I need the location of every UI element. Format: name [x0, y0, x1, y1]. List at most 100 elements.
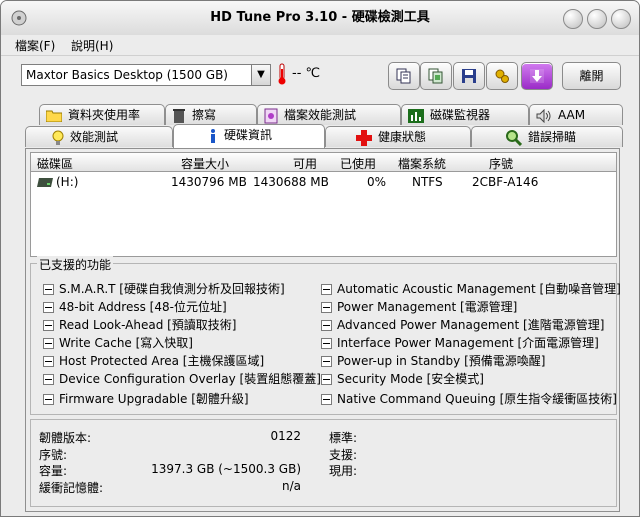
tab-health[interactable]: 健康狀態	[325, 126, 471, 147]
supported-label: 支援:	[329, 448, 358, 462]
feature-label: Interface Power Management [介面電源管理]	[337, 336, 599, 350]
feature-unsupported-indicator	[321, 320, 332, 331]
col-free[interactable]: 可用	[293, 155, 317, 172]
tab-label: 擦寫	[192, 108, 217, 122]
buffer-value: n/a	[281, 479, 301, 493]
tab-disk-monitor[interactable]: 磁碟監視器	[401, 104, 529, 125]
firmware-label: 韌體版本:	[39, 431, 92, 445]
menu-help[interactable]: 說明(H)	[71, 37, 113, 54]
feature-item: Host Protected Area [主機保護區域]	[43, 352, 264, 369]
feature-unsupported-indicator	[321, 394, 332, 405]
minimize-button[interactable]	[563, 9, 583, 29]
table-row[interactable]: (H:) 1430796 MB 1430688 MB 0% NTFS 2CBF-…	[31, 175, 616, 191]
cell-filesystem: NTFS	[412, 175, 443, 189]
capacity-value: 1397.3 GB (~1500.3 GB)	[151, 462, 301, 476]
feature-label: Native Command Queuing [原生指令緩衝區技術]	[337, 392, 617, 406]
drive-info-group: 韌體版本: 0122 序號: 容量: 1397.3 GB (~1500.3 GB…	[30, 419, 617, 507]
exit-button[interactable]: 離開	[562, 62, 621, 90]
feature-item: Security Mode [安全模式]	[321, 370, 484, 387]
thermometer-icon	[278, 63, 286, 85]
feature-unsupported-indicator	[43, 284, 54, 295]
down-arrow-button[interactable]	[521, 62, 553, 90]
feature-label: S.M.A.R.T [硬碟自我偵測分析及回報技術]	[59, 282, 285, 296]
close-button[interactable]	[611, 9, 631, 29]
options-button[interactable]	[486, 62, 518, 90]
down-arrow-icon	[530, 69, 544, 83]
col-capacity[interactable]: 容量大小	[181, 155, 229, 172]
feature-unsupported-indicator	[43, 338, 54, 349]
partition-table: 磁碟區 容量大小 可用 已使用 檔案系統 序號 (H:) 1430796 MB …	[30, 152, 617, 257]
buffer-label: 緩衝記憶體:	[39, 481, 104, 495]
tab-benchmark[interactable]: 效能測試	[25, 126, 173, 147]
toolbar: Maxtor Basics Desktop (1500 GB) ▼ -- ℃ 離…	[1, 56, 639, 96]
tab-label: 效能測試	[70, 130, 119, 144]
title-bar[interactable]: HD Tune Pro 3.10 - 硬碟檢測工具	[1, 1, 639, 36]
tab-label: 資料夾使用率	[68, 108, 141, 122]
tab-bar: 資料夾使用率 擦寫 檔案效能測試 磁碟監視器 AAM 效能測試 硬碟資訊 健康狀…	[25, 104, 623, 152]
tab-erase[interactable]: 擦寫	[165, 104, 257, 125]
feature-unsupported-indicator	[43, 394, 54, 405]
cell-serial: 2CBF-A146	[472, 175, 539, 189]
health-cross-icon	[356, 129, 372, 146]
save-icon	[462, 69, 476, 83]
feature-label: Read Look-Ahead [預讀取技術]	[59, 318, 237, 332]
feature-item: 48-bit Address [48-位元位址]	[43, 298, 227, 315]
window-title: HD Tune Pro 3.10 - 硬碟檢測工具	[210, 10, 430, 25]
tab-label: 健康狀態	[378, 130, 427, 144]
feature-unsupported-indicator	[321, 302, 332, 313]
col-used[interactable]: 已使用	[340, 155, 376, 172]
feature-label: 48-bit Address [48-位元位址]	[59, 300, 227, 314]
feature-unsupported-indicator	[43, 356, 54, 367]
feature-unsupported-indicator	[321, 284, 332, 295]
copy-screen-button[interactable]	[420, 62, 452, 90]
disk-info-panel: 磁碟區 容量大小 可用 已使用 檔案系統 序號 (H:) 1430796 MB …	[25, 148, 621, 512]
copy-text-button[interactable]	[388, 62, 420, 90]
supported-features-group: 已支援的功能 S.M.A.R.T [硬碟自我偵測分析及回報技術] 48-bit …	[30, 256, 621, 415]
tab-disk-info[interactable]: 硬碟資訊	[173, 124, 325, 148]
cell-free: 1430688 MB	[253, 175, 329, 189]
table-header: 磁碟區 容量大小 可用 已使用 檔案系統 序號	[31, 153, 616, 172]
info-icon	[211, 128, 215, 143]
feature-label: Power-up in Standby [預備電源喚醒]	[337, 354, 546, 368]
col-volume[interactable]: 磁碟區	[37, 155, 73, 172]
feature-label: Firmware Upgradable [韌體升級]	[59, 392, 249, 406]
tab-folder-usage[interactable]: 資料夾使用率	[39, 104, 165, 125]
feature-item: Native Command Queuing [原生指令緩衝區技術]	[321, 390, 617, 407]
col-filesystem[interactable]: 檔案系統	[398, 155, 446, 172]
copy-screen-icon	[428, 68, 443, 84]
tab-error-scan[interactable]: 錯誤掃瞄	[471, 126, 623, 147]
chevron-down-icon[interactable]: ▼	[251, 65, 270, 85]
folder-icon	[46, 110, 62, 122]
options-icon	[495, 69, 509, 83]
feature-item: Interface Power Management [介面電源管理]	[321, 334, 599, 351]
chart-icon	[408, 108, 424, 123]
feature-item: Power-up in Standby [預備電源喚醒]	[321, 352, 545, 369]
feature-label: Device Configuration Overlay [裝置組態覆蓋]	[59, 372, 321, 386]
hard-drive-icon	[37, 178, 53, 187]
menu-bar: 檔案(F) 說明(H)	[1, 35, 639, 56]
tab-label: 錯誤掃瞄	[528, 130, 577, 144]
feature-label: Advanced Power Management [進階電源管理]	[337, 318, 605, 332]
feature-unsupported-indicator	[321, 374, 332, 385]
save-button[interactable]	[453, 62, 485, 90]
bulb-icon	[52, 130, 64, 145]
feature-unsupported-indicator	[43, 320, 54, 331]
feature-label: Automatic Acoustic Management [自動噪音管理]	[337, 282, 621, 296]
feature-item: Automatic Acoustic Management [自動噪音管理]	[321, 280, 621, 297]
feature-item: Write Cache [寫入快取]	[43, 334, 193, 351]
feature-unsupported-indicator	[321, 356, 332, 367]
tab-aam[interactable]: AAM	[529, 104, 623, 125]
standard-label: 標準:	[329, 431, 358, 445]
feature-label: Power Management [電源管理]	[337, 300, 518, 314]
copy-text-icon	[396, 68, 411, 84]
maximize-button[interactable]	[587, 9, 607, 29]
tab-label: 檔案效能測試	[284, 108, 357, 122]
tab-file-benchmark[interactable]: 檔案效能測試	[257, 104, 401, 125]
col-serial[interactable]: 序號	[489, 155, 513, 172]
cell-capacity: 1430796 MB	[171, 175, 247, 189]
feature-label: Security Mode [安全模式]	[337, 372, 484, 386]
active-label: 現用:	[329, 464, 358, 478]
drive-select[interactable]: Maxtor Basics Desktop (1500 GB) ▼	[21, 64, 271, 86]
menu-file[interactable]: 檔案(F)	[15, 37, 55, 54]
feature-unsupported-indicator	[43, 302, 54, 313]
